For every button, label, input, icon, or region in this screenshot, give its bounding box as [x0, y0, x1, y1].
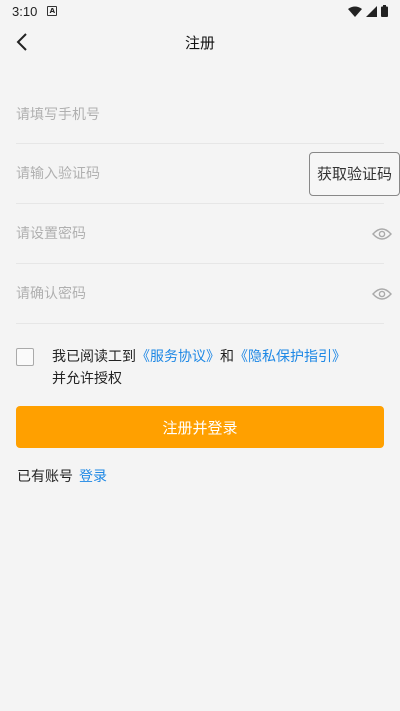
battery-icon — [381, 5, 388, 17]
phone-field-row — [16, 72, 384, 144]
agree-checkbox[interactable] — [16, 348, 34, 366]
chevron-left-icon — [16, 33, 27, 51]
register-login-button[interactable]: 注册并登录 — [16, 406, 384, 448]
title-bar: 注册 — [0, 22, 400, 62]
agreement-prefix: 我已阅读工到 — [52, 349, 136, 365]
code-field-row: 获取验证码 — [16, 144, 400, 204]
confirm-field-row — [16, 264, 392, 324]
agreement-conjunction: 和 — [220, 349, 234, 365]
get-code-button[interactable]: 获取验证码 — [309, 151, 400, 196]
phone-input[interactable] — [16, 106, 384, 123]
status-icons — [348, 5, 388, 17]
login-prompt: 已有账号 登录 — [0, 448, 400, 486]
login-link[interactable]: 登录 — [79, 469, 107, 485]
agreement-suffix: 并允许授权 — [52, 371, 122, 387]
agreement-row: 我已阅读工到《服务协议》和《隐私保护指引》 并允许授权 — [0, 324, 400, 390]
signal-icon — [366, 5, 377, 17]
code-input[interactable] — [16, 165, 301, 182]
notification-icon: A — [47, 6, 58, 16]
page-title: 注册 — [184, 33, 215, 52]
wifi-icon — [348, 6, 362, 17]
password-field-row — [16, 204, 392, 264]
password-input[interactable] — [16, 225, 372, 242]
service-agreement-link[interactable]: 《服务协议》 — [136, 349, 220, 365]
agreement-text: 我已阅读工到《服务协议》和《隐私保护指引》 并允许授权 — [52, 346, 346, 390]
eye-icon[interactable] — [372, 227, 392, 241]
eye-icon[interactable] — [372, 287, 392, 301]
privacy-policy-link[interactable]: 《隐私保护指引》 — [234, 349, 346, 365]
status-bar: 3:10 A — [0, 0, 400, 22]
confirm-password-input[interactable] — [16, 285, 372, 302]
register-form: 获取验证码 — [0, 72, 400, 324]
back-button[interactable] — [8, 28, 36, 56]
have-account-text: 已有账号 — [17, 469, 73, 485]
status-time: 3:10 — [12, 3, 38, 19]
